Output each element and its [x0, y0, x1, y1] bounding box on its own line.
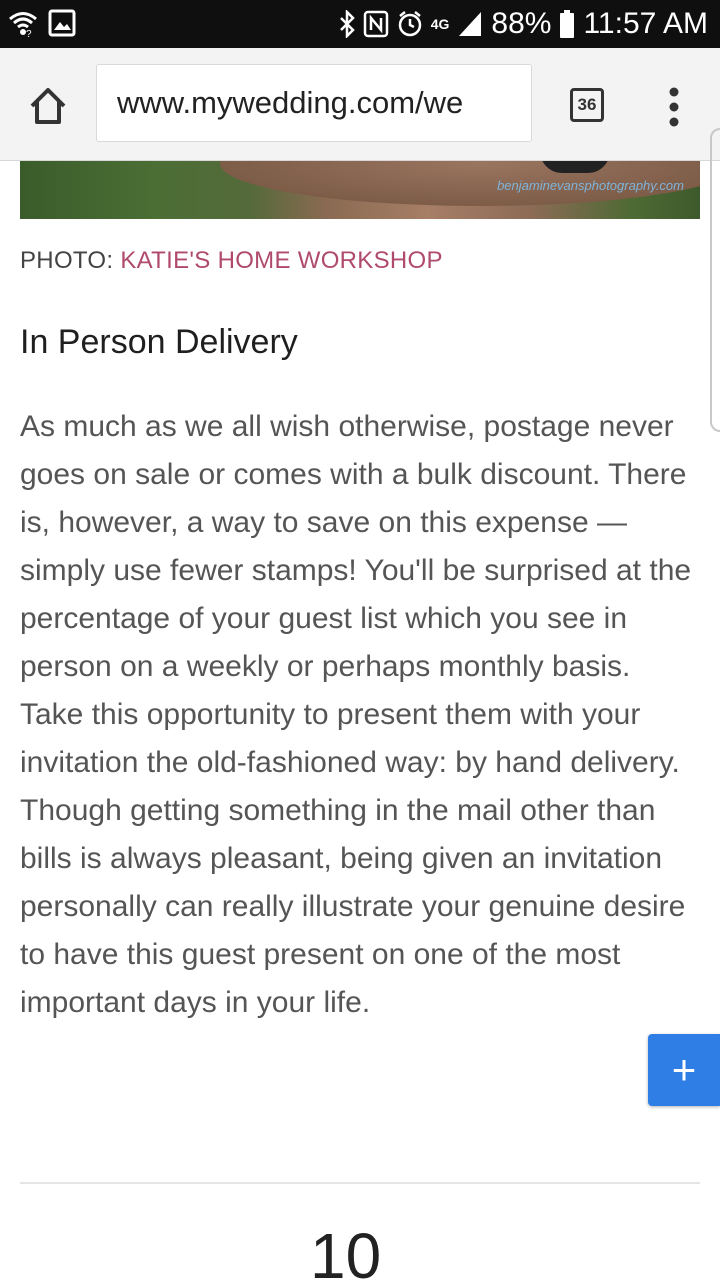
next-section-number: 10 [310, 1220, 382, 1280]
more-options-button[interactable] [664, 86, 684, 128]
photo-caption: PHOTO: KATIE'S HOME WORKSHOP [20, 247, 443, 275]
article-content: benjaminevansphotography.com PHOTO: KATI… [0, 161, 720, 1280]
wifi-icon: ? [8, 8, 38, 38]
battery-icon [559, 9, 575, 39]
browser-toolbar: www.mywedding.com/we 36 [0, 48, 720, 161]
article-photo: benjaminevansphotography.com [20, 161, 700, 219]
caption-source-link[interactable]: KATIE'S HOME WORKSHOP [120, 247, 442, 274]
url-fade [471, 65, 531, 141]
status-bar: ? 4G 88% 11:57 AM [0, 0, 720, 48]
status-right-icons: 4G 88% 11:57 AM [339, 6, 708, 42]
network-type-label: 4G [430, 16, 450, 32]
alarm-icon [397, 10, 423, 38]
article-paragraph: As much as we all wish otherwise, postag… [20, 410, 692, 1019]
section-title: In Person Delivery [20, 323, 298, 361]
svg-text:?: ? [26, 29, 32, 38]
bluetooth-icon [339, 10, 355, 38]
home-button[interactable] [26, 84, 70, 128]
plus-icon: + [671, 1046, 697, 1093]
caption-label: PHOTO: [20, 247, 121, 274]
address-bar[interactable]: www.mywedding.com/we [96, 64, 532, 142]
status-left-icons: ? [8, 8, 76, 38]
tab-switcher-button[interactable]: 36 [570, 88, 604, 122]
more-vert-icon [669, 87, 679, 127]
url-text: www.mywedding.com/we [117, 85, 464, 120]
clock: 11:57 AM [583, 7, 708, 40]
divider [20, 1182, 700, 1184]
photo-watermark: benjaminevansphotography.com [497, 178, 684, 193]
battery-percent: 88% [491, 7, 552, 40]
add-button[interactable]: + [648, 1034, 720, 1106]
signal-icon [457, 10, 483, 38]
image-icon [48, 9, 76, 37]
home-icon [30, 88, 66, 124]
nfc-icon [363, 10, 389, 38]
